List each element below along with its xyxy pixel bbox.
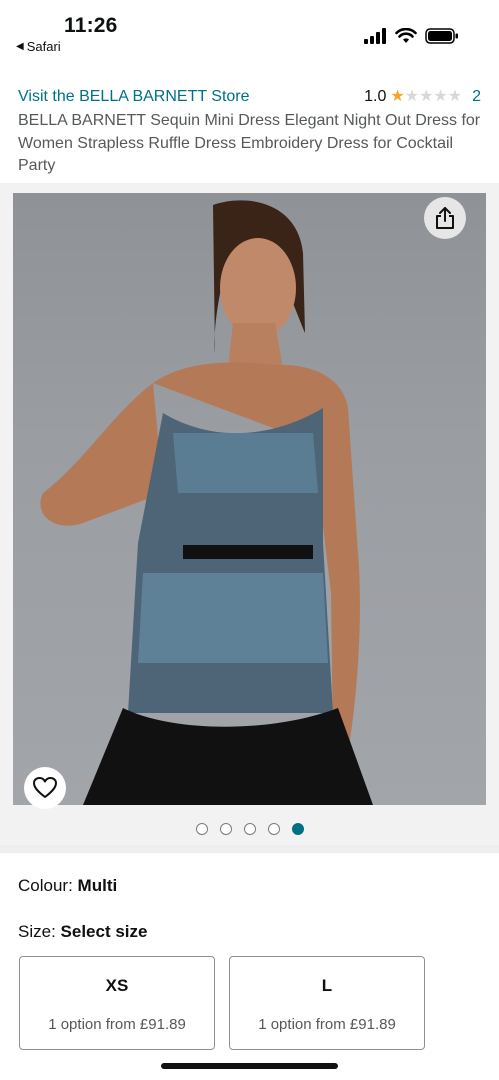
rating-summary[interactable]: 1.0 ★ ★ ★ ★ ★ 2	[364, 88, 481, 106]
pagination-dot[interactable]	[195, 823, 208, 835]
rating-count[interactable]: 2	[472, 88, 481, 106]
size-options: XS 1 option from £91.89 L 1 option from …	[19, 956, 425, 1050]
size-option-xs[interactable]: XS 1 option from £91.89	[19, 956, 215, 1050]
heart-icon	[33, 777, 57, 798]
status-bar: 11:26 ◀ Safari	[0, 0, 499, 60]
section-divider	[0, 845, 499, 853]
share-button[interactable]	[424, 197, 466, 239]
colour-selection: Colour: Multi	[18, 876, 117, 896]
wishlist-button[interactable]	[24, 767, 66, 809]
pagination-dot[interactable]	[267, 823, 280, 835]
size-option-label: L	[321, 976, 333, 995]
back-app-label: Safari	[26, 39, 61, 54]
cellular-signal-icon	[364, 28, 386, 44]
size-selection: Size: Select size	[18, 922, 147, 942]
size-option-price: 1 option from £91.89	[258, 1016, 396, 1033]
product-photo-illustration	[40, 200, 373, 805]
product-image-gallery[interactable]	[0, 183, 499, 845]
product-photo[interactable]	[13, 193, 486, 805]
size-option-price: 1 option from £91.89	[48, 1016, 186, 1033]
back-to-safari-button[interactable]: ◀ Safari	[16, 39, 61, 54]
pagination-dot[interactable]	[243, 823, 256, 835]
gallery-pagination	[0, 823, 499, 835]
status-time: 11:26	[64, 14, 118, 37]
size-option-l[interactable]: L 1 option from £91.89	[229, 956, 425, 1050]
pagination-dot[interactable]	[219, 823, 232, 835]
star-empty-icon: ★	[419, 88, 434, 105]
back-triangle-icon: ◀	[16, 41, 24, 52]
share-icon	[436, 207, 454, 229]
size-option-label: XS	[105, 976, 129, 995]
star-empty-icon: ★	[447, 88, 463, 105]
wifi-icon	[395, 28, 417, 43]
rating-value: 1.0	[364, 88, 387, 105]
size-value: Select size	[60, 922, 148, 941]
status-icons	[363, 28, 459, 44]
star-empty-icon: ★	[433, 88, 448, 105]
home-indicator[interactable]	[161, 1063, 338, 1069]
colour-value: Multi	[77, 876, 118, 895]
battery-icon	[425, 28, 458, 44]
rating-stars: ★ ★ ★ ★ ★	[390, 89, 462, 105]
pagination-dot-active[interactable]	[291, 823, 304, 835]
size-label: Size:	[18, 922, 56, 941]
store-rating-row: Visit the BELLA BARNETT Store 1.0 ★ ★ ★ …	[18, 86, 481, 108]
store-link[interactable]: Visit the BELLA BARNETT Store	[18, 88, 250, 106]
product-title: BELLA BARNETT Sequin Mini Dress Elegant …	[18, 112, 481, 174]
colour-label: Colour:	[18, 876, 73, 895]
star-empty-icon: ★	[404, 88, 420, 105]
star-filled-icon: ★	[390, 88, 405, 105]
